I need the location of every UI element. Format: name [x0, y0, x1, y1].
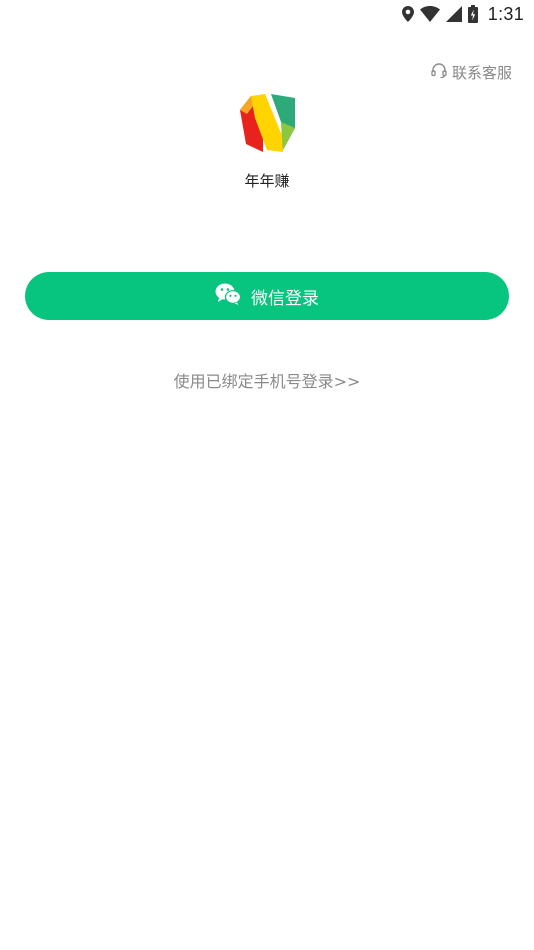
- wifi-icon: [419, 6, 440, 22]
- app-name: 年年赚: [244, 172, 290, 190]
- status-icons: 1:31: [401, 3, 524, 25]
- location-icon: [401, 6, 414, 22]
- app-logo: [237, 92, 297, 154]
- phone-login-link[interactable]: 使用已绑定手机号登录>>: [0, 368, 534, 392]
- status-time: 1:31: [487, 3, 524, 24]
- battery-charging-icon: [467, 5, 478, 23]
- status-bar: 1:31: [0, 0, 534, 28]
- wechat-login-button[interactable]: 微信登录: [25, 272, 509, 320]
- wechat-icon: [215, 283, 242, 309]
- wechat-login-label: 微信登录: [251, 288, 319, 309]
- contact-service-link[interactable]: 联系客服: [431, 60, 512, 84]
- contact-service-label: 联系客服: [451, 63, 512, 82]
- signal-icon: [445, 6, 462, 22]
- headset-icon: [431, 62, 447, 82]
